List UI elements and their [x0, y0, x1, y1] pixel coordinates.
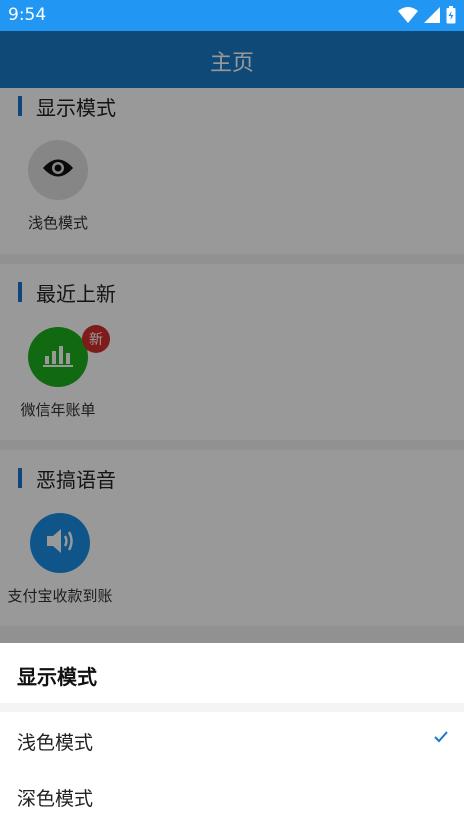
sheet-divider: [0, 703, 464, 712]
option-label: 浅色模式: [17, 732, 94, 754]
option-light-mode[interactable]: 浅色模式: [0, 712, 464, 768]
status-icons: [398, 6, 456, 28]
checkmark-icon: [434, 728, 448, 747]
status-bar: 9:54: [0, 0, 464, 31]
wifi-icon: [398, 7, 418, 27]
battery-charging-icon: [446, 6, 456, 28]
signal-icon: [424, 7, 440, 27]
status-time: 9:54: [8, 5, 47, 25]
sheet-title: 显示模式: [17, 665, 97, 689]
option-label: 深色模式: [17, 788, 94, 810]
display-mode-bottom-sheet: 显示模式 浅色模式 深色模式: [0, 643, 464, 824]
option-dark-mode[interactable]: 深色模式: [0, 768, 464, 824]
